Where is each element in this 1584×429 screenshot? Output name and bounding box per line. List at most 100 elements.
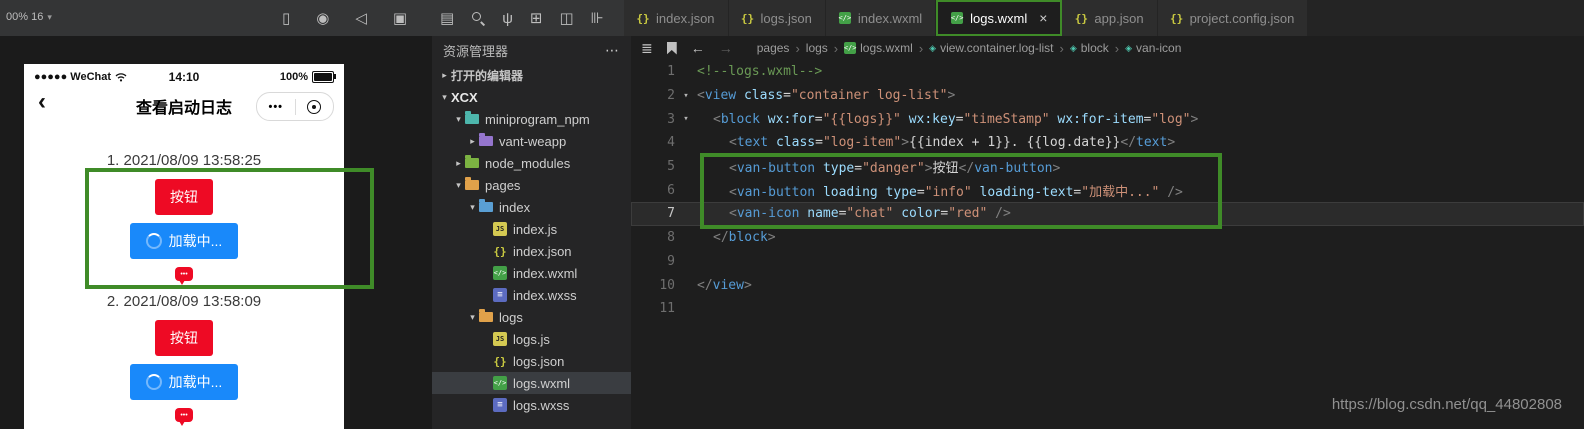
code-line-10[interactable]: 10 </view> <box>631 273 1584 297</box>
danger-button[interactable]: 按钮 <box>155 179 213 215</box>
window-icon[interactable]: ◫ <box>559 11 573 26</box>
bookmark-icon[interactable] <box>666 41 677 55</box>
loading-spinner-icon <box>145 233 162 249</box>
close-tab-icon[interactable]: × <box>1039 10 1047 26</box>
breadcrumb-item-pages[interactable]: pages <box>757 41 790 55</box>
code-line-3[interactable]: 3 ▾ <block wx:for="{{logs}}" wx:key="timeS… <box>631 107 1584 131</box>
nav-forward-icon[interactable]: → <box>719 41 733 55</box>
log-entry: 2. 2021/08/09 13:58:09 按钮 加载中... <box>107 293 261 426</box>
json-file-icon: {} <box>740 11 755 25</box>
symbol-icon: ◈ <box>1125 42 1133 53</box>
danger-button[interactable]: 按钮 <box>155 320 213 356</box>
json-file-icon: {} <box>1074 11 1089 25</box>
chevron-down-icon[interactable]: ▾ <box>452 114 465 125</box>
breadcrumb-item-block[interactable]: ◈ block <box>1070 41 1109 55</box>
breadcrumb-item-logs[interactable]: logs <box>806 41 828 55</box>
item-label: pages <box>485 177 521 193</box>
chevron-down-icon[interactable]: ▾ <box>438 92 451 103</box>
device-icon[interactable]: ▯ <box>282 11 290 26</box>
zoom-caret-icon[interactable]: ▾ <box>47 12 52 23</box>
code-line-6[interactable]: 6 <van-button loading type="info" loading… <box>631 178 1584 202</box>
clock-label: 14:10 <box>168 70 200 84</box>
folder-item-XCX[interactable]: ▾ XCX <box>432 86 631 108</box>
chevron-down-icon[interactable]: ▾ <box>452 180 465 191</box>
item-label: index.wxss <box>513 287 577 303</box>
split-editor-icon[interactable]: ⊪ <box>591 11 604 26</box>
git-branch-icon[interactable]: ψ <box>502 11 513 26</box>
code-line-8[interactable]: 8 </block> <box>631 226 1584 250</box>
breadcrumb-item-van-icon[interactable]: ◈ van-icon <box>1125 41 1181 55</box>
folder-item-pages[interactable]: ▾ pages <box>432 174 631 196</box>
record-icon[interactable]: ◉ <box>316 11 329 26</box>
search-icon[interactable] <box>471 11 485 25</box>
tab-project.config.json[interactable]: {} project.config.json <box>1157 0 1309 36</box>
code-line-11[interactable]: 11 <box>631 297 1584 321</box>
compile-icon[interactable]: ▣ <box>393 11 407 26</box>
battery-percent-label: 100% <box>279 71 308 83</box>
code-editor: ≣ ← → pages › logs › </> logs.wxml › ◈ view.cont… <box>631 36 1584 429</box>
json-file-icon: {} <box>493 354 507 368</box>
code-text: </block> <box>713 230 776 246</box>
folder-item-node_modules[interactable]: ▸ node_modules <box>432 152 631 174</box>
folder-item-vant-weapp[interactable]: ▸ vant-weapp <box>432 130 631 152</box>
folder-icon <box>465 155 479 168</box>
tab-app.json[interactable]: {} app.json <box>1062 0 1158 36</box>
file-item-index.wxml[interactable]: </> index.wxml <box>432 262 631 284</box>
file-item-logs.js[interactable]: JS logs.js <box>432 328 631 350</box>
loading-button[interactable]: 加载中... <box>129 364 239 400</box>
folder-item-miniprogram_npm[interactable]: ▾ miniprogram_npm <box>432 108 631 130</box>
line-number: 7 <box>667 206 675 222</box>
breadcrumb: pages › logs › </> logs.wxml › ◈ view.container.… <box>757 41 1182 56</box>
folder-item-打开的编辑器[interactable]: ▸ 打开的编辑器 <box>432 64 631 86</box>
wxss-file-icon: ≡ <box>493 288 507 302</box>
file-item-index.wxss[interactable]: ≡ index.wxss <box>432 284 631 306</box>
back-button[interactable]: ‹ <box>38 90 46 114</box>
grid-icon[interactable]: ⊞ <box>530 11 543 26</box>
file-item-index.js[interactable]: JS index.js <box>432 218 631 240</box>
file-item-logs.wxml[interactable]: </> logs.wxml <box>432 372 631 394</box>
tab-index.wxml[interactable]: </> index.wxml <box>825 0 937 36</box>
exit-target-button[interactable] <box>296 99 334 114</box>
chevron-right-icon[interactable]: ▸ <box>466 136 479 147</box>
pages-icon[interactable]: ▤ <box>440 11 454 26</box>
loading-button-label: 加载中... <box>168 374 223 390</box>
breadcrumb-label: logs <box>805 41 828 55</box>
folder-item-logs[interactable]: ▾ logs <box>432 306 631 328</box>
outline-icon[interactable]: ≣ <box>641 41 653 55</box>
zoom-label[interactable]: 00% 16 <box>6 11 43 23</box>
chevron-right-icon[interactable]: ▸ <box>452 158 465 169</box>
chevron-down-icon[interactable]: ▾ <box>466 202 479 213</box>
explorer-more-button[interactable]: ⋯ <box>605 42 620 59</box>
code-line-2[interactable]: 2 ▾ <view class="container log-list"> <box>631 84 1584 108</box>
file-item-index.json[interactable]: {} index.json <box>432 240 631 262</box>
code-line-9[interactable]: 9 <box>631 250 1584 274</box>
file-item-logs.wxss[interactable]: ≡ logs.wxss <box>432 394 631 416</box>
file-item-logs.json[interactable]: {} logs.json <box>432 350 631 372</box>
more-button[interactable]: ••• <box>257 101 295 113</box>
breadcrumb-separator: › <box>1114 40 1120 56</box>
fold-chevron-icon[interactable]: ▾ <box>675 91 697 101</box>
target-icon <box>307 99 322 114</box>
nav-back-icon[interactable]: ← <box>691 41 705 55</box>
tab-logs.json[interactable]: {} logs.json <box>728 0 826 36</box>
tab-logs.wxml[interactable]: </> logs.wxml × <box>936 0 1063 36</box>
code-text: <block wx:for="{{logs}}" wx:key="timeSta… <box>713 111 1199 127</box>
code-line-5[interactable]: 5 <van-button type="danger">按钮</van-butto… <box>631 155 1584 179</box>
item-label: index.wxml <box>513 265 578 281</box>
code-line-4[interactable]: 4 <text class="log-item">{{index + 1}}. {… <box>631 131 1584 155</box>
fold-chevron-icon[interactable]: ▾ <box>675 114 697 124</box>
tab-index.json[interactable]: {} index.json <box>624 0 729 36</box>
line-number: 1 <box>667 64 675 80</box>
chevron-down-icon[interactable]: ▾ <box>466 312 479 323</box>
breadcrumb-item-view.container.log-list[interactable]: ◈ view.container.log-list <box>929 41 1053 55</box>
chevron-right-icon[interactable]: ▸ <box>438 70 451 81</box>
code-line-1[interactable]: 1 <!--logs.wxml--> <box>631 60 1584 84</box>
code-area[interactable]: 1 <!--logs.wxml--> 2 ▾ <view class="containe… <box>631 60 1584 429</box>
folder-item-index[interactable]: ▾ index <box>432 196 631 218</box>
item-label: node_modules <box>485 155 571 171</box>
breadcrumb-separator: › <box>918 40 924 56</box>
loading-button[interactable]: 加载中... <box>129 223 239 259</box>
code-line-7[interactable]: 7 <van-icon name="chat" color="red" /> <box>631 202 1584 226</box>
sound-icon[interactable]: ◁ <box>355 11 367 26</box>
breadcrumb-item-logs.wxml[interactable]: </> logs.wxml <box>844 41 913 55</box>
